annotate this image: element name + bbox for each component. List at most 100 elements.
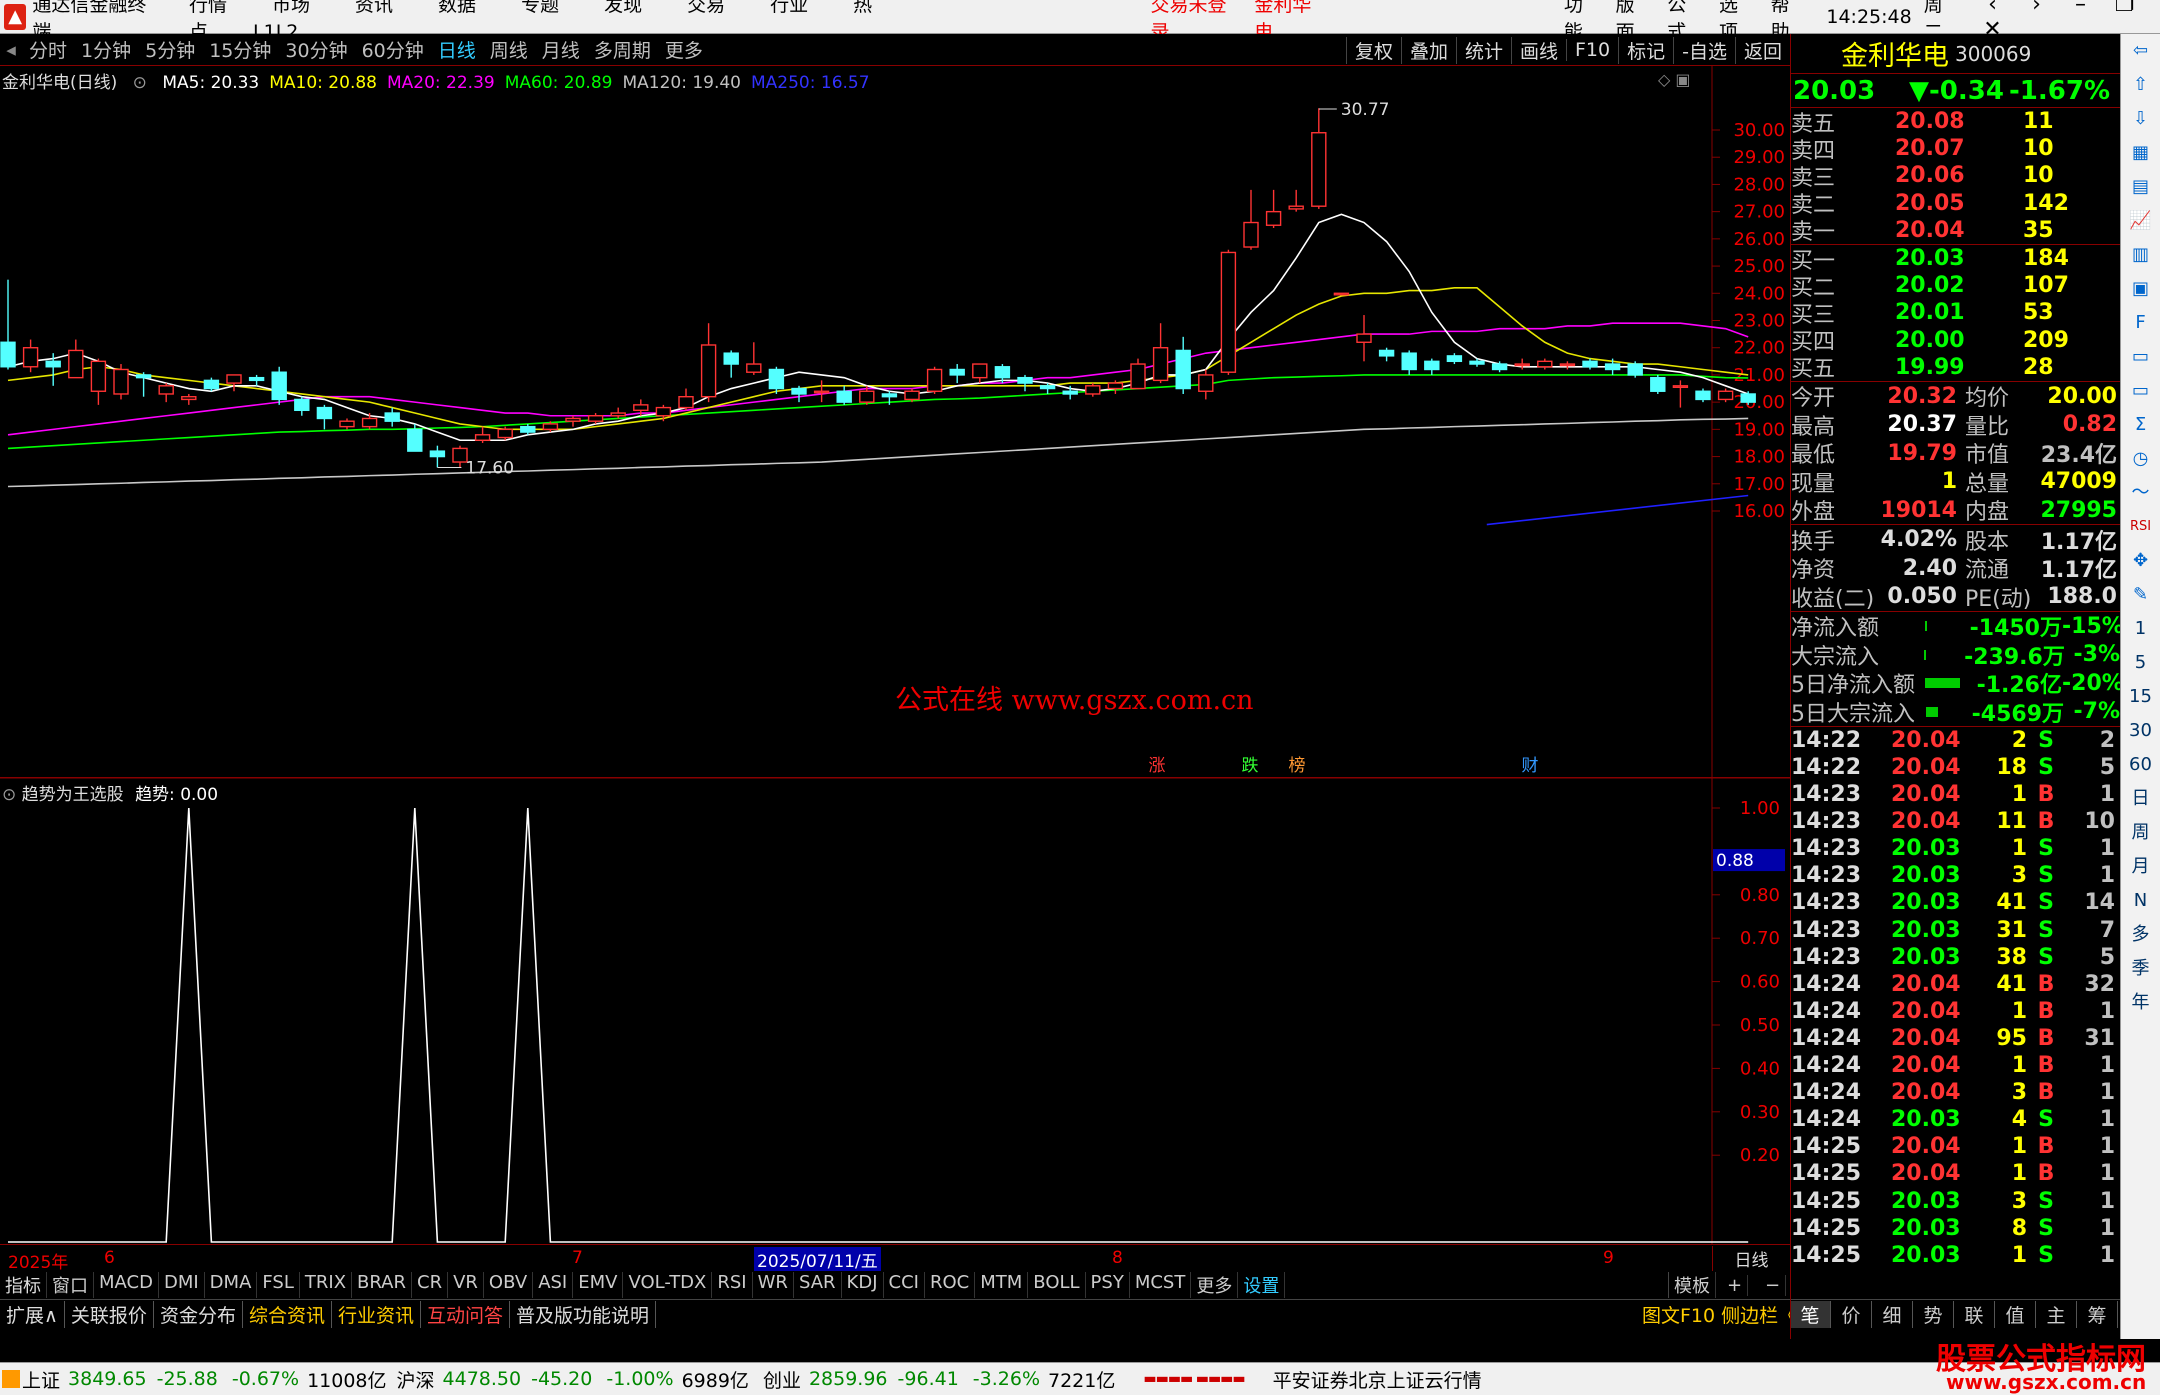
- ext-tab-1[interactable]: 关联报价: [65, 1301, 154, 1328]
- indicator-tab-24[interactable]: 更多: [1191, 1272, 1239, 1298]
- indicator-chart[interactable]: 1.00 0.80 0.70 0.60 0.50 0.40 0.30 0.20 0.88: [0, 778, 1790, 1244]
- chart-tool-0[interactable]: 复权: [1345, 36, 1401, 64]
- indicator-tab-20[interactable]: MTM: [975, 1272, 1029, 1298]
- doc-icon[interactable]: ▭: [2121, 340, 2160, 374]
- ext-tab-2[interactable]: 资金分布: [154, 1301, 243, 1328]
- indicator-tab-7[interactable]: BRAR: [352, 1272, 412, 1298]
- indicator-tab-10[interactable]: OBV: [484, 1272, 534, 1298]
- indicator-tab-6[interactable]: TRIX: [300, 1272, 353, 1298]
- indicator-tab-9[interactable]: VR: [448, 1272, 484, 1298]
- sz-label[interactable]: 沪深: [397, 1366, 435, 1393]
- indicator-tab-14[interactable]: RSI: [712, 1272, 753, 1298]
- ext-tab-0[interactable]: 扩展∧: [0, 1301, 65, 1328]
- add-icon[interactable]: +: [1722, 1274, 1749, 1296]
- indicator-tab-21[interactable]: BOLL: [1028, 1272, 1086, 1298]
- clock-icon[interactable]: ◷: [2121, 442, 2160, 476]
- menu-item-5[interactable]: 发现: [604, 0, 642, 16]
- asks-row-3[interactable]: 卖二 20.05 142: [1791, 190, 2120, 219]
- move-icon[interactable]: ✥: [2121, 544, 2160, 578]
- pen-icon[interactable]: ✎: [2121, 578, 2160, 612]
- ext-tab-5[interactable]: 互动问答: [421, 1301, 510, 1328]
- market-icon[interactable]: ▦: [2121, 136, 2160, 170]
- indicator-tab-11[interactable]: ASI: [533, 1272, 574, 1298]
- sidebar-period-9[interactable]: 多: [2121, 918, 2160, 952]
- period-tab-3[interactable]: 15分钟: [202, 36, 278, 63]
- sidebar-period-4[interactable]: 60: [2121, 748, 2160, 782]
- bids-row-0[interactable]: 买一 20.03 184: [1791, 245, 2120, 274]
- menu-item-3[interactable]: 数据: [438, 0, 476, 16]
- sidebar-period-11[interactable]: 年: [2121, 986, 2160, 1020]
- indicator-tab-18[interactable]: CCI: [884, 1272, 925, 1298]
- bids-row-4[interactable]: 买五 19.99 28: [1791, 354, 2120, 383]
- indicator-tab-12[interactable]: EMV: [573, 1272, 624, 1298]
- restore-icon[interactable]: ❐: [2102, 0, 2146, 17]
- period-label[interactable]: 日线: [1712, 1246, 1790, 1271]
- indicator-tab-3[interactable]: DMI: [159, 1272, 205, 1298]
- period-tab-9[interactable]: 多周期: [587, 36, 658, 63]
- remove-icon[interactable]: −: [1760, 1274, 1787, 1296]
- rsi-icon[interactable]: RSI: [2121, 510, 2160, 544]
- cy-label[interactable]: 创业: [763, 1366, 801, 1393]
- chart-tool-2[interactable]: 统计: [1455, 36, 1511, 64]
- sidebar-period-7[interactable]: 月: [2121, 850, 2160, 884]
- sidebar-period-2[interactable]: 15: [2121, 680, 2160, 714]
- indicator-tab-19[interactable]: ROC: [925, 1272, 976, 1298]
- news-icon[interactable]: ▣: [2121, 272, 2160, 306]
- asks-row-2[interactable]: 卖三 20.06 10: [1791, 162, 2120, 191]
- indicator-tab-1[interactable]: 窗口: [47, 1272, 94, 1298]
- chart-tool-4[interactable]: F10: [1566, 39, 1618, 61]
- asks-row-1[interactable]: 卖四 20.07 10: [1791, 135, 2120, 164]
- menu-item-2[interactable]: 资讯: [355, 0, 393, 16]
- chart-tool-6[interactable]: -自选: [1673, 36, 1735, 64]
- forward-icon[interactable]: ›: [2014, 0, 2058, 17]
- indicator-tab-0[interactable]: 指标: [0, 1272, 47, 1298]
- period-tab-1[interactable]: 1分钟: [74, 36, 138, 63]
- indicator-tab-13[interactable]: VOL-TDX: [623, 1272, 713, 1298]
- line-chart-icon[interactable]: 📈: [2121, 204, 2160, 238]
- bids-row-1[interactable]: 买二 20.02 107: [1791, 272, 2120, 301]
- indicator-pane[interactable]: ⊙ 趋势为王选股 趋势: 0.00 1.00 0.80 0.70 0.60 0.50 0.…: [0, 778, 1790, 1244]
- indicator-tab-22[interactable]: PSY: [1086, 1272, 1130, 1298]
- indicator-tab-2[interactable]: MACD: [94, 1272, 159, 1298]
- wave-icon[interactable]: 〜: [2121, 476, 2160, 510]
- indicator-tab-8[interactable]: CR: [412, 1272, 449, 1298]
- up-icon[interactable]: ⇧: [2121, 68, 2160, 102]
- period-tab-6[interactable]: 日线: [431, 36, 483, 63]
- table-icon[interactable]: ▤: [2121, 170, 2160, 204]
- candlestick-chart[interactable]: 30.00 29.00 28.00 27.00 26.00 25.00 24.00 23.00…: [0, 66, 1790, 778]
- indicator-tab-17[interactable]: KDJ: [842, 1272, 884, 1298]
- formula-icon[interactable]: Σ: [2121, 408, 2160, 442]
- collapse-icon[interactable]: ◂: [0, 39, 22, 61]
- ext-tab-4[interactable]: 行业资讯: [332, 1301, 421, 1328]
- sidebar-period-10[interactable]: 季: [2121, 952, 2160, 986]
- chart-tool-7[interactable]: 返回: [1734, 36, 1790, 64]
- ext-tab-6[interactable]: 普及版功能说明: [510, 1301, 657, 1328]
- ext-tab-3[interactable]: 综合资讯: [243, 1301, 332, 1328]
- indicator-tab-25[interactable]: 设置: [1238, 1272, 1286, 1298]
- indicator-tab-16[interactable]: SAR: [794, 1272, 842, 1298]
- chart-tool-5[interactable]: 标记: [1618, 36, 1673, 64]
- indicator-tab-23[interactable]: MCST: [1130, 1272, 1192, 1298]
- menu-item-7[interactable]: 行业: [770, 0, 808, 16]
- sh-label[interactable]: 上证: [22, 1366, 60, 1393]
- main-chart-pane[interactable]: 30.00 29.00 28.00 27.00 26.00 25.00 24.00 23.00…: [0, 66, 1790, 778]
- menu-item-1[interactable]: 市场: [272, 0, 310, 16]
- template-button[interactable]: 模板: [1668, 1272, 1716, 1298]
- chart-tool-3[interactable]: 画线: [1510, 36, 1566, 64]
- period-tab-2[interactable]: 5分钟: [138, 36, 202, 63]
- period-tab-5[interactable]: 60分钟: [355, 36, 431, 63]
- finance-icon[interactable]: ▭: [2121, 374, 2160, 408]
- period-tab-4[interactable]: 30分钟: [278, 36, 354, 63]
- period-tab-7[interactable]: 周线: [483, 36, 535, 63]
- sidebar-period-1[interactable]: 5: [2121, 646, 2160, 680]
- sidebar-period-8[interactable]: N: [2121, 884, 2160, 918]
- chart-tool-1[interactable]: 叠加: [1400, 36, 1456, 64]
- candle-icon[interactable]: ▥: [2121, 238, 2160, 272]
- back-icon[interactable]: ‹: [1970, 0, 2014, 17]
- down-icon[interactable]: ⇩: [2121, 102, 2160, 136]
- indicator-tab-5[interactable]: FSL: [257, 1272, 300, 1298]
- asks-row-4[interactable]: 卖一 20.04 35: [1791, 217, 2120, 246]
- collapse-sidebar-icon[interactable]: ⇦: [2121, 34, 2160, 68]
- menu-item-6[interactable]: 交易: [687, 0, 725, 16]
- indicator-tab-4[interactable]: DMA: [205, 1272, 258, 1298]
